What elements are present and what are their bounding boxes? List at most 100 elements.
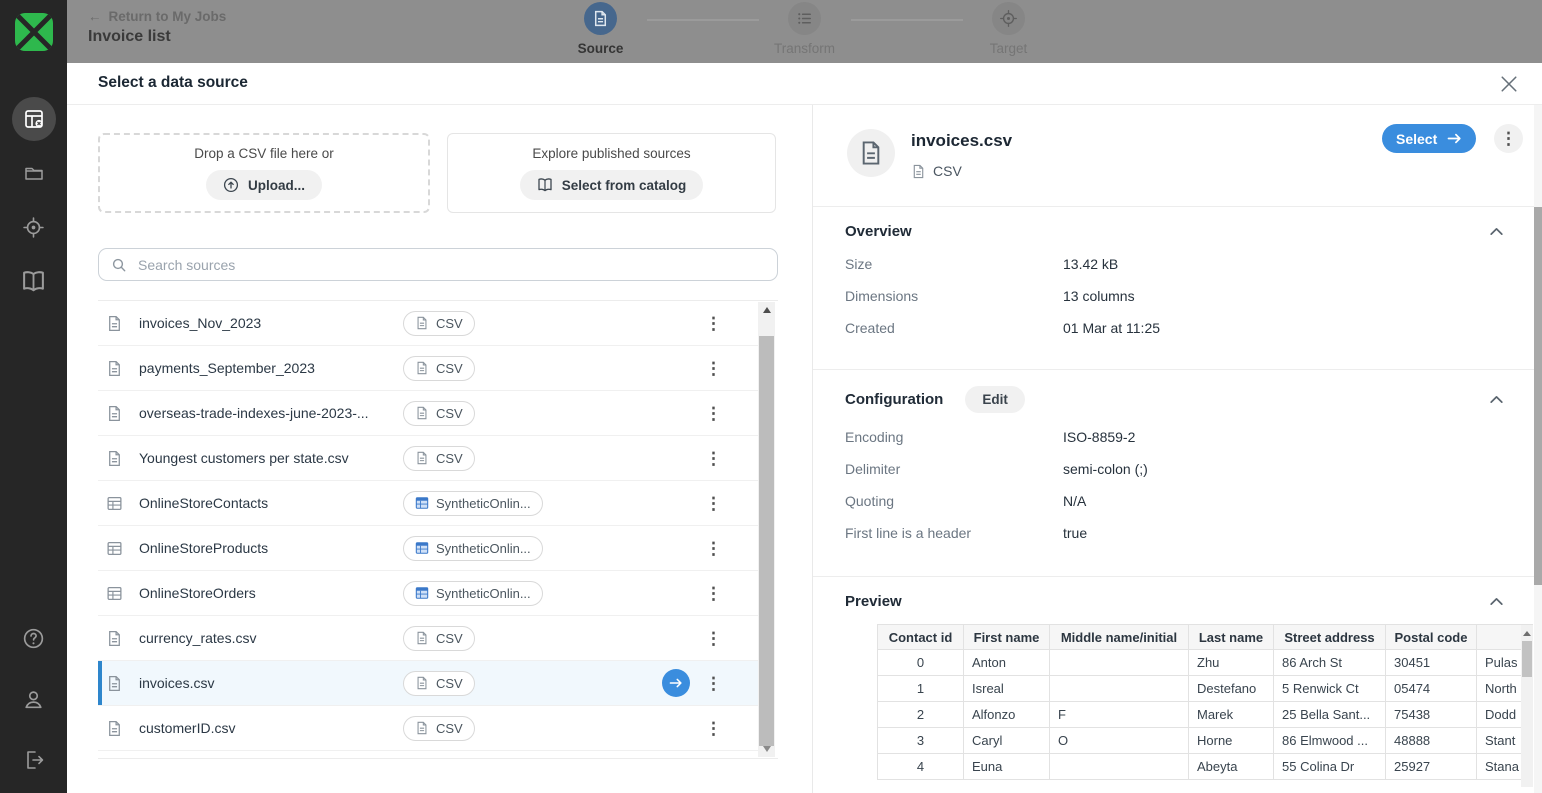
search-icon <box>111 257 127 273</box>
file-icon <box>106 450 123 467</box>
badge-label: SyntheticOnlin... <box>436 586 531 601</box>
table-icon <box>106 540 123 557</box>
kebab-icon[interactable]: ⋮ <box>705 540 722 557</box>
file-icon <box>415 361 429 375</box>
table-cell: Horne <box>1189 728 1274 754</box>
scroll-up-icon[interactable] <box>758 302 775 318</box>
scroll-down-icon[interactable] <box>758 741 775 757</box>
source-list-item[interactable]: invoices.csv CSV ⋮ <box>98 661 761 706</box>
step-target-label: Target <box>990 41 1028 56</box>
sidebar-item-targets[interactable] <box>12 205 56 249</box>
table-cell: 48888 <box>1386 728 1477 754</box>
source-list: invoices_Nov_2023 CSV ⋮ payments_Septemb… <box>98 300 778 759</box>
search-input[interactable] <box>136 256 765 274</box>
kebab-icon[interactable]: ⋮ <box>705 720 722 737</box>
source-list-item[interactable]: invoices_Nov_2023 CSV ⋮ <box>98 301 761 346</box>
sidebar-item-help[interactable] <box>19 623 49 653</box>
scrollbar-thumb[interactable] <box>1534 207 1542 585</box>
scrollbar-thumb[interactable] <box>759 336 774 746</box>
table-row: 2AlfonzoFMarek25 Bella Sant...75438Dodd <box>878 702 1534 728</box>
table-icon <box>415 541 429 555</box>
open-source-button[interactable] <box>662 669 690 697</box>
source-list-item[interactable]: Youngest customers per state.csv CSV ⋮ <box>98 436 761 481</box>
source-type-badge: CSV <box>403 716 475 741</box>
source-list-item[interactable]: OnlineStoreOrders SyntheticOnlin... ⋮ <box>98 571 761 616</box>
sidebar-item-account[interactable] <box>19 684 49 714</box>
table-cell: 30451 <box>1386 650 1477 676</box>
folder-icon <box>22 161 46 185</box>
source-name: OnlineStoreContacts <box>139 495 268 511</box>
source-type-badge: CSV <box>403 311 475 336</box>
edit-configuration-button[interactable]: Edit <box>965 386 1025 413</box>
back-arrow-icon: ← <box>88 9 102 24</box>
source-list-item[interactable]: payments_September_2023 CSV ⋮ <box>98 346 761 391</box>
select-data-source-modal: Select a data source Drop a CSV file her… <box>67 63 1542 793</box>
source-list-item[interactable]: currency_rates.csv CSV ⋮ <box>98 616 761 661</box>
job-title: Invoice list <box>88 28 226 46</box>
table-cell: F <box>1050 702 1189 728</box>
table-cell <box>1050 754 1189 780</box>
sidebar-item-catalog[interactable] <box>12 259 56 303</box>
kebab-icon[interactable]: ⋮ <box>705 450 722 467</box>
source-list-item[interactable]: customerID.csv CSV ⋮ <box>98 706 761 751</box>
chevron-up-icon <box>1488 223 1505 240</box>
stepper-connector <box>647 19 759 21</box>
return-to-jobs-link[interactable]: ← Return to My Jobs <box>88 9 226 24</box>
stepper-connector <box>851 19 963 21</box>
configuration-heading: Configuration <box>845 391 943 408</box>
stepper: Source Transform Target <box>555 2 1055 56</box>
source-type-badge: SyntheticOnlin... <box>403 491 543 516</box>
source-type-badge: CSV <box>403 401 475 426</box>
back-label: Return to My Jobs <box>109 9 227 24</box>
kebab-icon[interactable]: ⋮ <box>705 675 722 692</box>
upload-button[interactable]: Upload... <box>206 170 322 200</box>
sidebar-item-jobs[interactable] <box>12 97 56 141</box>
kebab-icon[interactable]: ⋮ <box>705 630 722 647</box>
collapse-overview-button[interactable] <box>1488 223 1505 240</box>
sidebar-item-logout[interactable] <box>19 745 49 775</box>
table-row: 4EunaAbeyta55 Colina Dr25927Stana <box>878 754 1534 780</box>
detail-panel-scrollbar[interactable] <box>1534 105 1542 793</box>
source-name: OnlineStoreProducts <box>139 540 268 556</box>
source-list-item[interactable]: overseas-trade-indexes-june-2023-... CSV… <box>98 391 761 436</box>
source-type-badge: CSV <box>403 626 475 651</box>
table-cell: Euna <box>964 754 1050 780</box>
source-type-badge: CSV <box>403 446 475 471</box>
select-from-catalog-button[interactable]: Select from catalog <box>520 170 704 200</box>
source-name: overseas-trade-indexes-june-2023-... <box>139 405 369 421</box>
badge-label: CSV <box>436 406 463 421</box>
kebab-icon[interactable]: ⋮ <box>705 315 722 332</box>
step-target[interactable]: Target <box>963 2 1055 56</box>
collapse-preview-button[interactable] <box>1488 593 1505 610</box>
kebab-icon[interactable]: ⋮ <box>705 495 722 512</box>
select-button[interactable]: Select <box>1382 124 1476 153</box>
arrow-right-icon <box>669 677 683 689</box>
close-icon[interactable] <box>1500 75 1518 93</box>
detail-menu-button[interactable]: ⋮ <box>1494 124 1523 153</box>
csv-dropzone[interactable]: Drop a CSV file here or Upload... <box>98 133 430 213</box>
source-name: invoices.csv <box>139 675 214 691</box>
source-list-item[interactable]: OnlineStoreProducts SyntheticOnlin... ⋮ <box>98 526 761 571</box>
source-list-item[interactable]: OnlineStoreContacts SyntheticOnlin... ⋮ <box>98 481 761 526</box>
source-type-badge: CSV <box>403 356 475 381</box>
collapse-configuration-button[interactable] <box>1488 391 1505 408</box>
source-list-scrollbar[interactable] <box>758 302 775 757</box>
app-logo-icon[interactable] <box>15 13 53 51</box>
kebab-icon[interactable]: ⋮ <box>705 360 722 377</box>
step-transform[interactable]: Transform <box>759 2 851 56</box>
table-cell: 75438 <box>1386 702 1477 728</box>
table-icon <box>415 586 429 600</box>
file-icon <box>415 676 429 690</box>
step-source[interactable]: Source <box>555 2 647 56</box>
preview-table-scrollbar[interactable] <box>1521 625 1533 787</box>
badge-label: CSV <box>436 631 463 646</box>
column-header: Last name <box>1189 625 1274 650</box>
scrollbar-thumb[interactable] <box>1522 641 1532 677</box>
file-icon <box>415 451 429 465</box>
scroll-up-icon[interactable] <box>1521 627 1533 639</box>
sidebar-item-projects[interactable] <box>12 151 56 195</box>
kebab-icon[interactable]: ⋮ <box>705 405 722 422</box>
source-type-badge: SyntheticOnlin... <box>403 581 543 606</box>
file-icon <box>415 721 429 735</box>
kebab-icon[interactable]: ⋮ <box>705 585 722 602</box>
